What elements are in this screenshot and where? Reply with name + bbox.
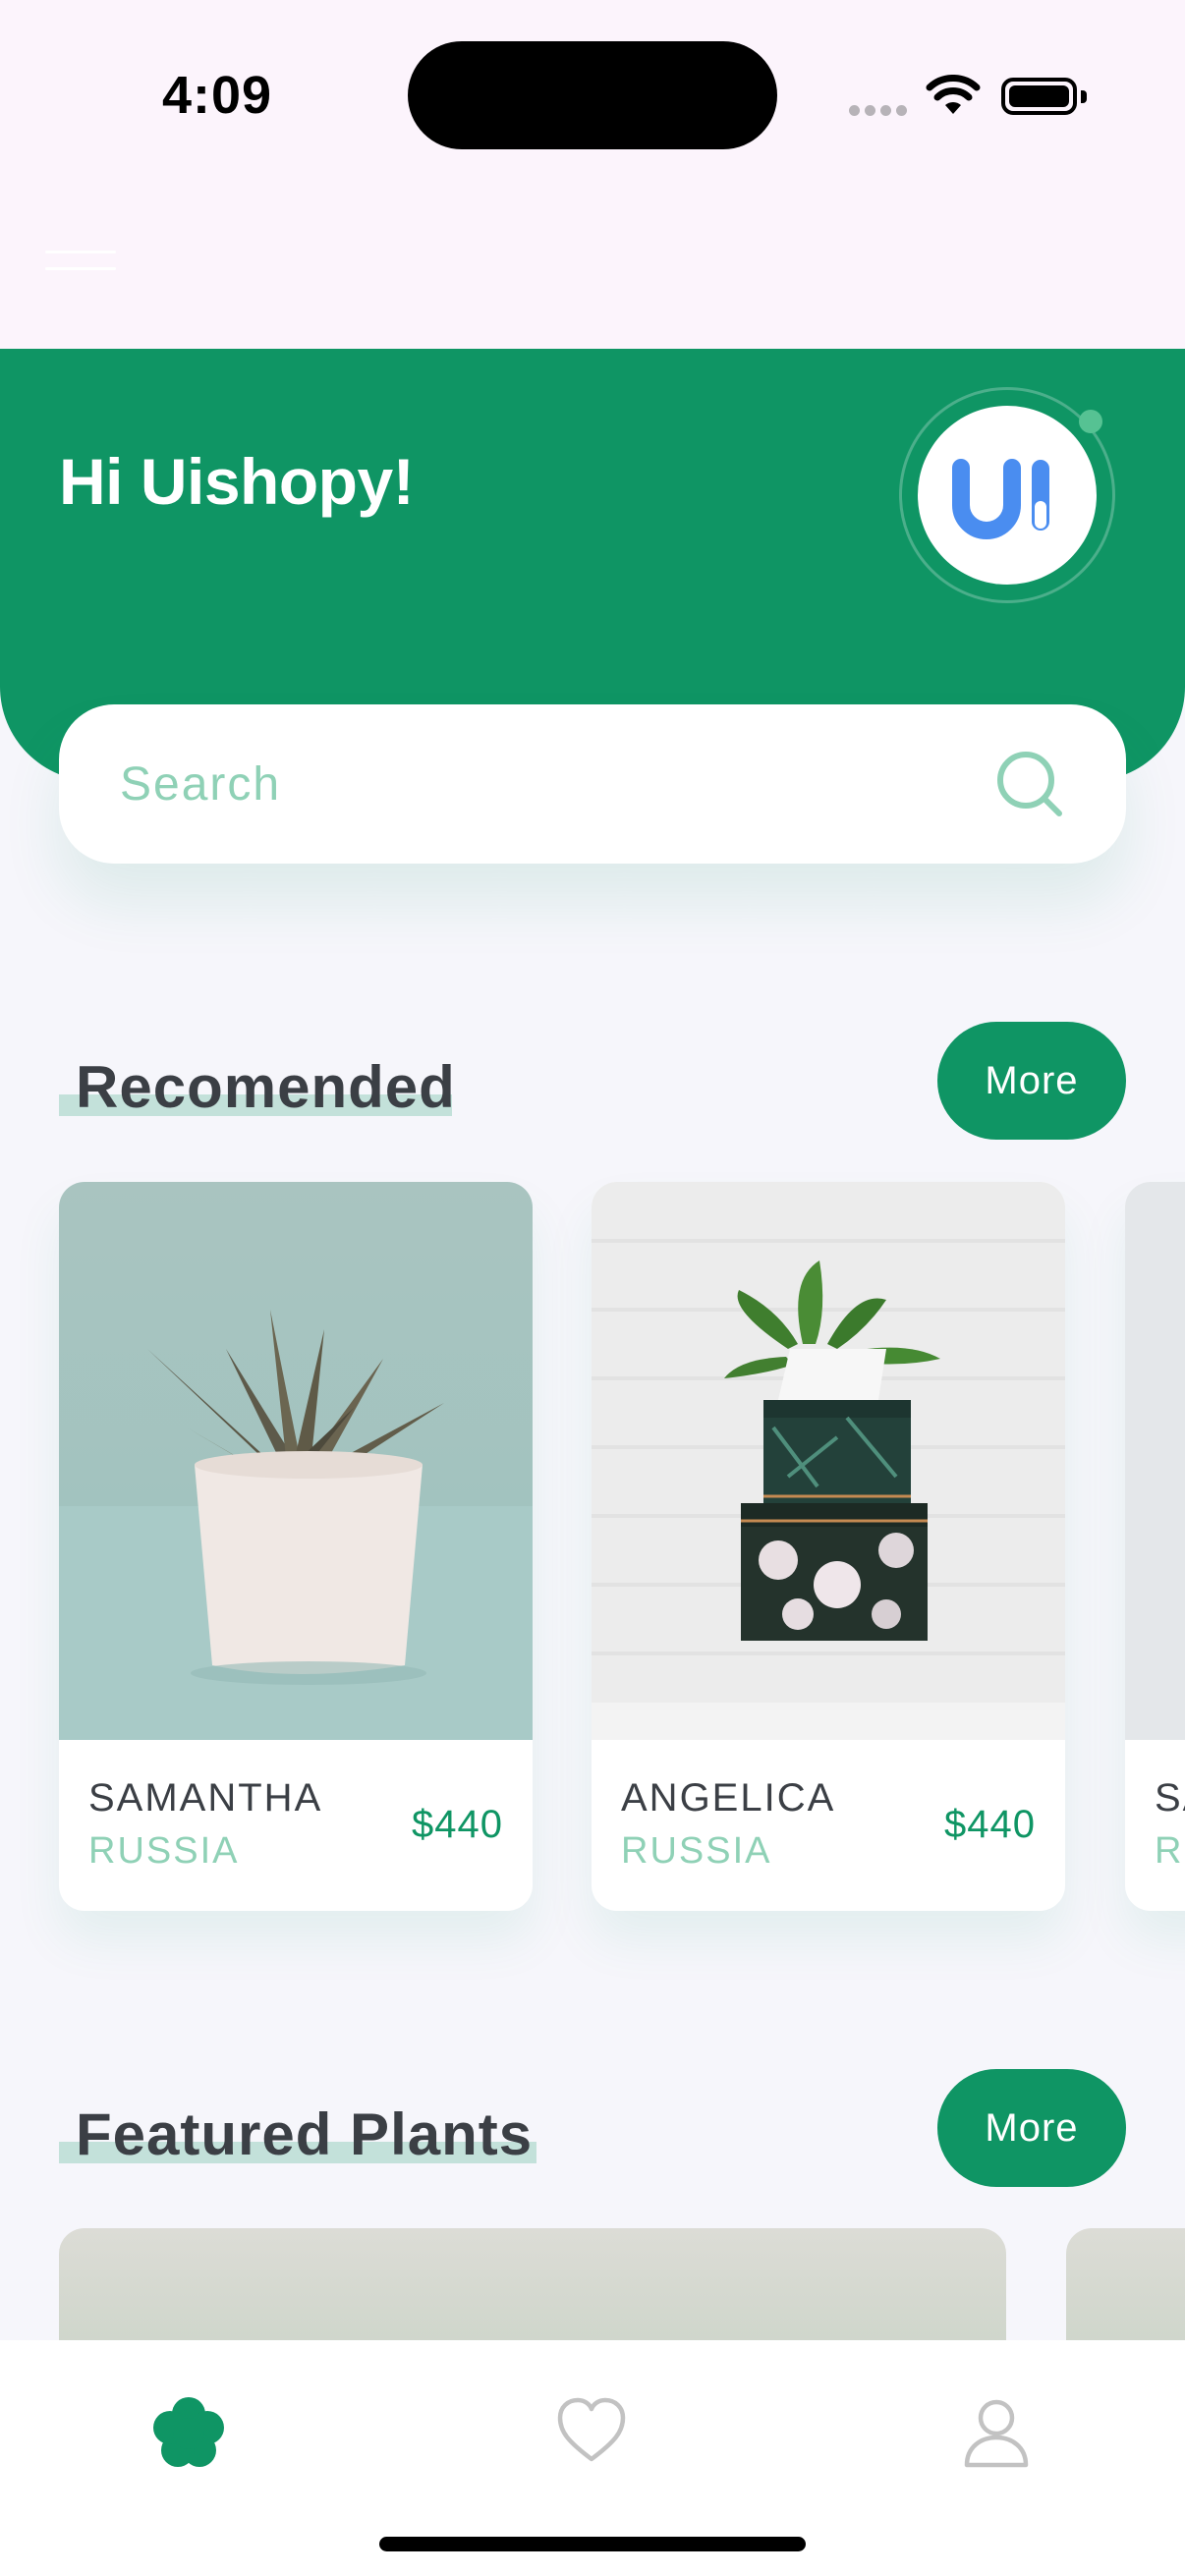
uishopy-logo-icon	[952, 459, 1049, 539]
recommended-more-button[interactable]: More	[937, 1022, 1126, 1140]
home-indicator	[379, 2537, 806, 2551]
product-image	[592, 1182, 1065, 1740]
product-image	[59, 1182, 533, 1740]
product-country: RUSSIA	[88, 1830, 240, 1872]
product-country: R	[1155, 1830, 1184, 1872]
battery-tip	[1081, 90, 1087, 103]
search-input[interactable]: Search	[59, 704, 1126, 864]
product-image	[1125, 1182, 1185, 1740]
product-name: ANGELICA	[621, 1776, 836, 1820]
menu-icon[interactable]	[45, 251, 116, 284]
user-icon[interactable]	[957, 2394, 1036, 2473]
status-bar: 4:09	[0, 0, 1185, 349]
product-card[interactable]: SA R	[1125, 1182, 1185, 1911]
product-name: SAMANTHA	[88, 1776, 323, 1820]
product-card[interactable]: ANGELICA RUSSIA $440	[592, 1182, 1065, 1911]
search-icon[interactable]	[994, 749, 1067, 821]
recommended-title: Recomended	[76, 1054, 456, 1120]
product-name: SA	[1155, 1776, 1185, 1820]
avatar[interactable]	[918, 406, 1097, 585]
app-screen: 4:09 Hi Uishopy! Search Recomended More	[0, 0, 1185, 2576]
dynamic-island	[408, 41, 777, 149]
battery-icon	[1001, 78, 1077, 115]
online-status-dot	[1079, 410, 1102, 433]
status-time: 4:09	[162, 66, 273, 125]
product-price: $440	[412, 1803, 503, 1846]
search-placeholder: Search	[120, 758, 282, 811]
featured-more-button[interactable]: More	[937, 2069, 1126, 2187]
flower-icon[interactable]	[149, 2394, 228, 2473]
featured-title: Featured Plants	[76, 2101, 534, 2167]
product-country: RUSSIA	[621, 1830, 772, 1872]
signal-icon	[849, 103, 912, 121]
heart-icon[interactable]	[554, 2394, 629, 2469]
product-card[interactable]: SAMANTHA RUSSIA $440	[59, 1182, 533, 1911]
wifi-icon	[926, 75, 981, 114]
greeting-title: Hi Uishopy!	[59, 445, 415, 518]
product-price: $440	[944, 1803, 1036, 1846]
